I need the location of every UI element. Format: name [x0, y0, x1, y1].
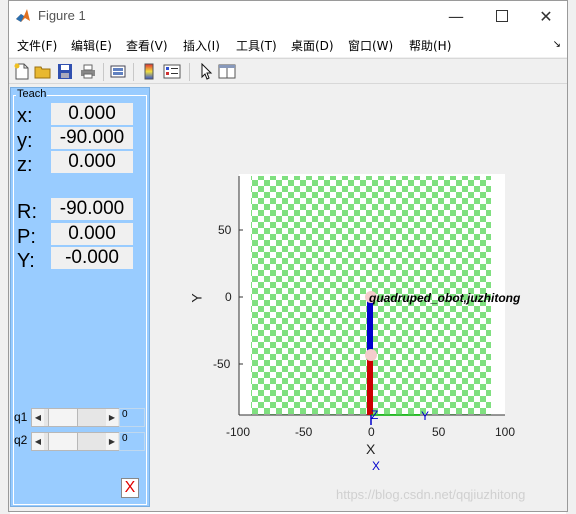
- robot-name-label: quadruped_obot,juzhitong: [369, 291, 521, 305]
- x-tick-label: 50: [432, 425, 446, 439]
- y-axis-label: Y: [188, 293, 205, 303]
- robot-link-lower: [367, 355, 373, 415]
- robot-joint-middle: [365, 349, 377, 361]
- x-tick-label: 100: [495, 425, 516, 439]
- frame-x-letter: X: [372, 459, 381, 473]
- frame-z-letter: Z: [371, 408, 379, 422]
- x-axis-label: X: [366, 441, 376, 457]
- watermark-text: https://blog.csdn.net/qqjiuzhitong: [336, 487, 526, 502]
- robot-link-upper: [367, 297, 373, 355]
- x-tick-label: 0: [368, 425, 375, 439]
- frame-y-letter: Y: [421, 409, 430, 423]
- x-tick-label: -100: [226, 425, 251, 439]
- plot-canvas: [238, 174, 505, 425]
- y-tick-label: -50: [213, 357, 231, 371]
- x-tick-label: -50: [295, 425, 313, 439]
- y-tick-label: 50: [218, 223, 232, 237]
- y-tick-label: 0: [225, 290, 232, 304]
